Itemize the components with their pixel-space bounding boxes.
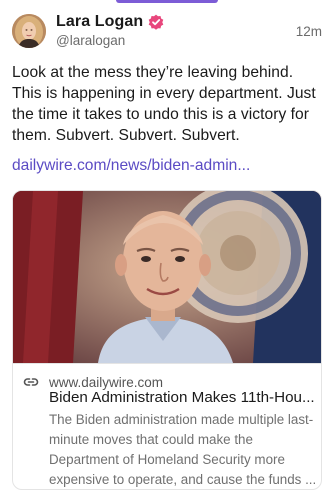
link-preview-title[interactable]: Biden Administration Makes 11th-Hou...: [49, 389, 319, 406]
link-icon: [23, 374, 39, 390]
link-preview-meta: www.dailywire.com Biden Administration M…: [13, 363, 321, 489]
post-link[interactable]: dailywire.com/news/biden-admin...: [12, 157, 250, 175]
name-row: Lara Logan: [56, 13, 164, 31]
link-preview-domain: www.dailywire.com: [49, 374, 164, 390]
link-preview-card[interactable]: www.dailywire.com Biden Administration M…: [12, 190, 322, 490]
author-handle[interactable]: @laralogan: [56, 33, 125, 48]
post-timestamp[interactable]: 12m: [296, 24, 322, 39]
avatar[interactable]: [12, 14, 46, 48]
display-name[interactable]: Lara Logan: [56, 13, 143, 31]
post[interactable]: Lara Logan @laralogan 12m Look at the me…: [0, 0, 334, 500]
link-preview-image[interactable]: [13, 191, 321, 363]
link-preview-domain-row: www.dailywire.com: [23, 374, 163, 390]
post-header: Lara Logan @laralogan 12m: [12, 13, 322, 48]
verified-badge-icon: [148, 14, 164, 30]
link-preview-description: The Biden administration made multiple l…: [49, 412, 317, 487]
post-text: Look at the mess they’re leaving behind.…: [12, 64, 316, 144]
